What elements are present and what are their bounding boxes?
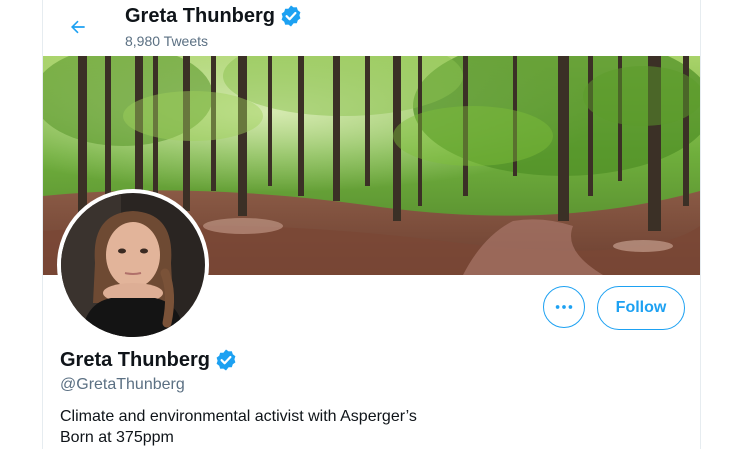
bio-line: Climate and environmental activist with … (60, 408, 417, 425)
avatar-photo (61, 193, 205, 337)
verified-badge-icon (279, 4, 303, 28)
profile-handle: @GretaThunberg (60, 376, 185, 393)
profile-header: Greta Thunberg 8,980 Tweets (43, 0, 700, 56)
profile-page: Greta Thunberg 8,980 Tweets Follow Greta… (0, 0, 734, 449)
verified-badge-icon (214, 348, 238, 372)
profile-column: Greta Thunberg 8,980 Tweets Follow Greta… (42, 0, 701, 449)
more-options-button[interactable] (543, 286, 585, 328)
header-title-row: Greta Thunberg (125, 3, 303, 29)
tweet-count: 8,980 Tweets (125, 33, 209, 49)
header-name: Greta Thunberg (125, 5, 276, 27)
profile-name-row: Greta Thunberg (60, 346, 238, 374)
follow-button[interactable]: Follow (597, 286, 685, 330)
bio-line: Born at 375ppm (60, 429, 174, 446)
profile-display-name: Greta Thunberg (60, 349, 211, 371)
profile-avatar[interactable] (57, 189, 209, 341)
back-button[interactable] (61, 10, 95, 44)
more-horizontal-icon (555, 305, 573, 309)
arrow-left-icon (71, 20, 85, 34)
avatar-portrait-image (61, 193, 205, 337)
profile-bio: Climate and environmental activist with … (60, 406, 417, 448)
